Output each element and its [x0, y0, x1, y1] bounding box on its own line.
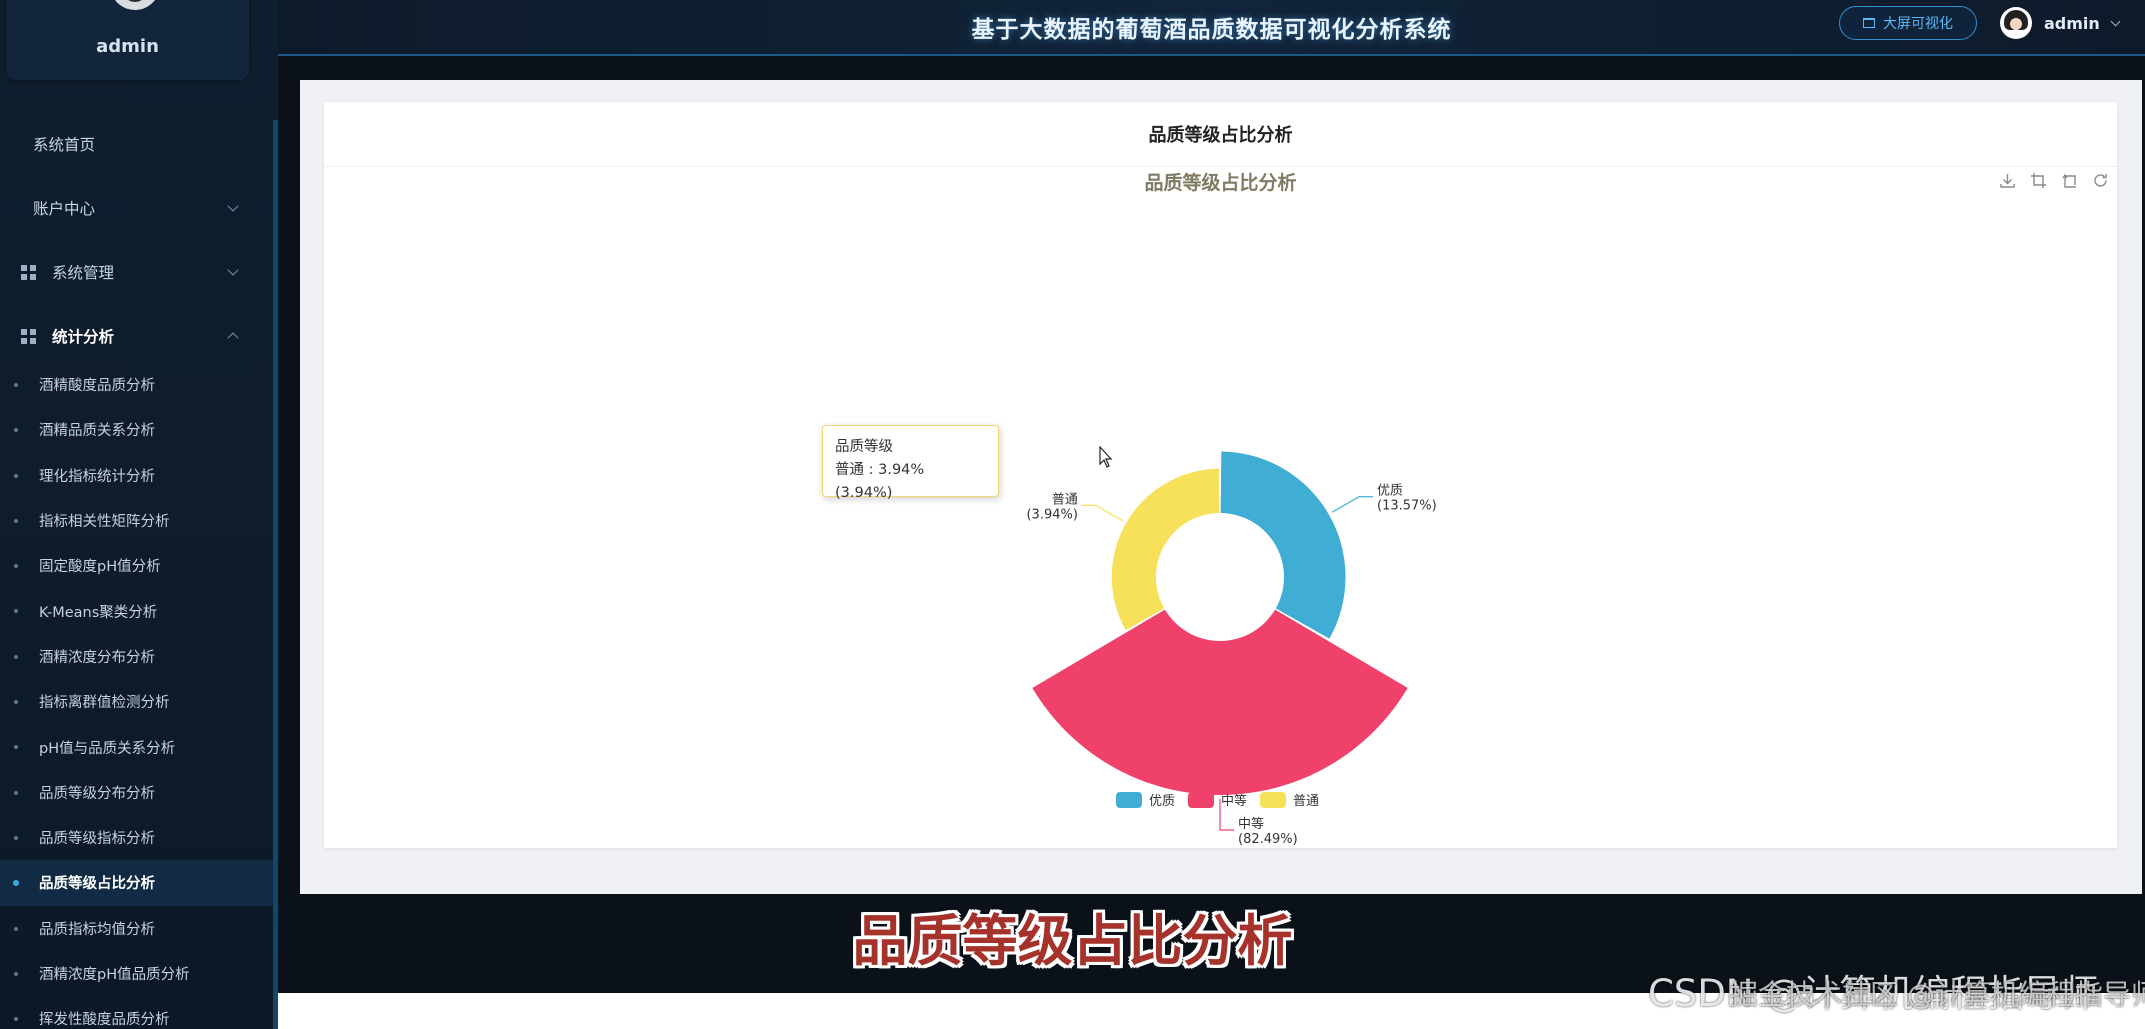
legend-swatch[interactable]: [1116, 792, 1142, 808]
legend-swatch[interactable]: [1260, 792, 1286, 808]
label-line: [1331, 496, 1374, 513]
bullet-icon: [14, 835, 18, 840]
chevron-down-icon: [227, 200, 239, 212]
pie-slice-普通[interactable]: [1111, 468, 1220, 631]
sidebar-subitem-label: pH值与品质关系分析: [39, 740, 176, 757]
sidebar-subitem[interactable]: 酒精浓度分布分析: [0, 634, 273, 679]
sidebar-subitem-label: 酒精酸度品质分析: [39, 378, 155, 395]
tooltip-text: 普通 : 3.94% (3.94%): [835, 462, 925, 501]
legend-label[interactable]: 中等: [1221, 793, 1247, 809]
bullet-icon: [14, 790, 18, 795]
slice-label-name: 中等: [1238, 816, 1264, 832]
slice-label-value: (3.94%): [1026, 507, 1077, 522]
bullet-icon: [14, 564, 18, 569]
grid-icon: [21, 328, 36, 344]
sidebar-subitem[interactable]: 理化指标统计分析: [0, 453, 273, 498]
bullet-icon: [14, 654, 18, 659]
sidebar-item-label: 统计分析: [52, 328, 115, 346]
bullet-icon: [14, 383, 18, 387]
sidebar-subitem-label: 指标相关性矩阵分析: [39, 514, 170, 531]
top-header: 基于大数据的葡萄酒品质数据可视化分析系统 大屏可视化 admin: [278, 0, 2145, 56]
sidebar: admin 系统首页 账户中心 系统管理 统计分析 酒精酸度品质分析 酒精品质关系…: [0, 0, 278, 1029]
slice-label-value: (13.57%): [1377, 499, 1437, 514]
sidebar-item-system[interactable]: 系统管理: [0, 240, 273, 304]
chart-tooltip: 品质等级 普通 : 3.94% (3.94%): [822, 425, 999, 501]
sidebar-subitem[interactable]: 酒精品质关系分析: [0, 407, 273, 452]
sidebar-item-label: 账户中心: [33, 200, 96, 218]
bullet-icon: [14, 700, 18, 705]
bullet-icon: [14, 428, 18, 433]
sidebar-subitem-label: K-Means聚类分析: [39, 604, 158, 621]
sidebar-subitem-label: 挥发性酸度品质分析: [39, 1012, 170, 1029]
bullet-icon: [14, 473, 18, 478]
profile-avatar[interactable]: [110, 0, 160, 10]
legend-swatch[interactable]: [1188, 792, 1214, 808]
legend-label[interactable]: 普通: [1293, 794, 1319, 809]
sidebar-subitem[interactable]: 品质等级指标分析: [0, 815, 273, 860]
slice-label-value: (82.49%): [1238, 832, 1298, 847]
tooltip-title: 品质等级: [835, 439, 893, 455]
profile-card: admin: [6, 0, 249, 80]
sidebar-subitem-label: 品质等级指标分析: [39, 831, 155, 848]
sidebar-item-label: 系统首页: [33, 136, 96, 154]
sidebar-subitem[interactable]: pH值与品质关系分析: [0, 724, 273, 769]
sidebar-item-label: 系统管理: [52, 264, 115, 282]
sidebar-subitem-label: 酒精浓度分布分析: [39, 649, 155, 666]
sidebar-subitem-label: 理化指标统计分析: [39, 468, 155, 485]
slice-label-name: 优质: [1377, 484, 1403, 499]
bullet-icon: [14, 745, 18, 750]
bullet-icon: [14, 1017, 18, 1022]
chevron-up-icon: [227, 332, 239, 344]
sidebar-subitem[interactable]: 指标相关性矩阵分析: [0, 498, 273, 543]
legend-label[interactable]: 优质: [1149, 794, 1175, 809]
slice-label-name: 普通: [1052, 492, 1078, 507]
rose-chart: 优质(13.57%)中等(82.49%)普通(3.94%)优质 中等 普通: [1026, 451, 1437, 847]
sidebar-menu: 系统首页 账户中心 系统管理 统计分析: [0, 112, 273, 368]
sidebar-subitem-label: 酒精品质关系分析: [39, 423, 155, 440]
sidebar-subitem[interactable]: 固定酸度pH值分析: [0, 543, 273, 588]
mouse-cursor-icon: [1099, 446, 1113, 468]
sidebar-item-statistics[interactable]: 统计分析: [0, 304, 273, 368]
sidebar-subitem[interactable]: K-Means聚类分析: [0, 588, 273, 633]
sidebar-subitem-label: 品质等级占比分析: [39, 876, 155, 893]
chevron-down-icon: [227, 264, 239, 276]
chart-card: 品质等级占比分析 品质等级占比分析 优质 (13.57%) 中等 (82.49%) 普通…: [324, 102, 2117, 848]
sidebar-subitem[interactable]: 挥发性酸度品质分析: [0, 996, 273, 1029]
user-menu[interactable]: admin: [2000, 6, 2121, 40]
sidebar-subitem-label: 指标离群值检测分析: [39, 695, 170, 712]
big-screen-label: 大屏可视化: [1883, 16, 1953, 32]
sidebar-subitem[interactable]: 酒精酸度品质分析: [0, 362, 273, 407]
profile-name: admin: [96, 36, 159, 57]
sidebar-subitem[interactable]: 品质等级分布分析: [0, 770, 273, 815]
bullet-icon: [14, 518, 18, 523]
watermark: CSDN @计算机编程指导师 掘金技术社区 @计算机编程指导师: [1648, 963, 2145, 1023]
grid-icon: [21, 264, 36, 280]
sidebar-item-home[interactable]: 系统首页: [0, 112, 273, 176]
cart-icon: [1863, 18, 1875, 28]
sidebar-item-account[interactable]: 账户中心: [0, 176, 273, 240]
bullet-icon: [13, 880, 19, 887]
sidebar-subitem-label: 固定酸度pH值分析: [39, 559, 161, 576]
sidebar-subitem[interactable]: 指标离群值检测分析: [0, 679, 273, 724]
avatar: [2000, 7, 2032, 39]
pie-slice-优质[interactable]: [1220, 451, 1346, 639]
sidebar-subitem-label: 品质等级分布分析: [39, 785, 155, 802]
user-name: admin: [2044, 13, 2100, 33]
pie-slice-中等[interactable]: [1032, 609, 1408, 795]
watermark-line2: 掘金技术社区 @计算机编程指导师: [1730, 978, 2145, 1011]
big-screen-button[interactable]: 大屏可视化: [1839, 6, 1977, 40]
label-line: [1081, 504, 1124, 522]
chevron-down-icon: [2110, 16, 2121, 26]
bullet-icon: [14, 609, 18, 614]
